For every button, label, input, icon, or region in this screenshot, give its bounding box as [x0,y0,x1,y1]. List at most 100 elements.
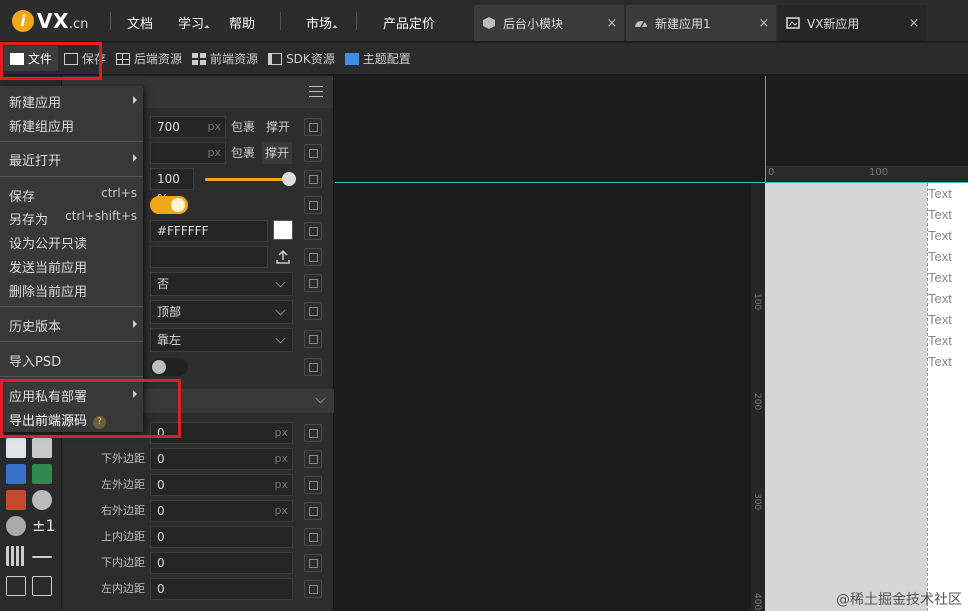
margin-right-input[interactable]: 0 px [150,500,293,522]
close-icon[interactable]: × [600,16,624,31]
menu-new-group-app[interactable]: 新建组应用 [9,116,74,135]
tab-label: 新建应用1 [655,16,711,31]
opacity-slider-track[interactable] [205,178,289,181]
tab-backend-module[interactable]: 后台小模块 × [474,5,624,41]
text-component[interactable]: Text [928,270,952,285]
nav-learn[interactable]: 学习 [178,13,210,32]
text-component[interactable]: Text [928,228,952,243]
divider-line-icon[interactable] [32,556,52,558]
text-component[interactable]: Text [928,312,952,327]
text-component[interactable]: Text [928,333,952,348]
copy-icon[interactable] [304,580,322,598]
app-window-icon [786,17,800,29]
divider [110,12,111,30]
flower-icon[interactable] [32,490,52,510]
divider [280,12,281,30]
page-content-area[interactable] [927,183,968,611]
menu-save-as[interactable]: 另存为 [9,209,48,228]
menu-save[interactable]: 保存 [9,186,35,205]
opacity-slider-thumb[interactable] [282,172,296,186]
margin-bottom-input[interactable]: 0 px [150,448,293,470]
plus-minus-icon[interactable]: ±1 [32,516,56,536]
text-component[interactable]: Text [928,249,952,264]
image-input[interactable] [150,246,268,268]
menu-history[interactable]: 历史版本 [9,316,61,335]
margin-left-input[interactable]: 0 px [150,474,293,496]
copy-icon[interactable] [304,302,322,320]
page-gray-area[interactable] [765,183,927,611]
gear-icon[interactable] [6,516,26,536]
video-box-icon[interactable] [32,576,52,596]
menu-icon[interactable] [309,86,323,97]
width-input[interactable]: 700 px [150,116,226,138]
close-icon[interactable]: × [902,16,926,31]
image-box-icon[interactable] [6,576,26,596]
excel-icon[interactable] [32,464,52,484]
copy-icon[interactable] [304,118,322,136]
sdk-resources-button[interactable]: SDK资源 [268,50,335,67]
copy-icon[interactable] [304,274,322,292]
copy-icon[interactable] [304,358,322,376]
nav-help[interactable]: 帮助 [229,13,255,32]
wrap-option[interactable]: 包裹 [231,142,255,164]
copy-icon[interactable] [304,196,322,214]
chevron-down-icon [275,305,286,316]
padding-left-label: 左内边距 [101,582,145,595]
padding-bottom-input[interactable]: 0 [150,552,293,574]
copy-icon[interactable] [304,554,322,572]
menu-import-psd[interactable]: 导入PSD [9,351,61,370]
menu-set-public[interactable]: 设为公开只读 [9,233,87,252]
copy-icon[interactable] [304,528,322,546]
color-input[interactable]: #FFFFFF [150,220,268,242]
copy-icon[interactable] [304,330,322,348]
height-input[interactable]: px [150,142,226,164]
close-icon[interactable]: × [752,16,776,31]
vx-logo[interactable]: i VX .cn [12,8,88,34]
ppt-icon[interactable] [6,490,26,510]
text-component[interactable]: Text [928,207,952,222]
padding-left-input[interactable]: 0 [150,578,293,600]
stretch-option-active[interactable]: 撑开 [262,142,293,164]
select-no[interactable]: 否 [150,272,293,296]
menu-recent[interactable]: 最近打开 [9,150,61,169]
opacity-input[interactable]: 100 % [150,168,194,206]
color-swatch[interactable] [273,220,293,240]
menu-new-app[interactable]: 新建应用 [9,92,61,111]
nav-pricing[interactable]: 产品定价 [383,13,435,32]
design-canvas[interactable]: 0 100 100 200 300 400 Text Text Text Tex… [335,76,968,611]
backend-resources-button[interactable]: 后端资源 [116,50,182,67]
tab-new-app-1[interactable]: 新建应用1 × [626,5,776,41]
text-component[interactable]: Text [928,354,952,369]
copy-icon[interactable] [304,144,322,162]
upload-icon[interactable] [275,249,291,265]
word-icon[interactable] [6,464,26,484]
vertical-ruler: 100 200 300 400 [751,183,765,611]
submenu-arrow-icon [133,96,137,104]
select-left[interactable]: 靠左 [150,328,293,352]
menu-send-app[interactable]: 发送当前应用 [9,257,87,276]
text-component[interactable]: Text [928,291,952,306]
nav-docs[interactable]: 文档 [127,13,153,32]
text-component[interactable]: Text [928,186,952,201]
copy-icon[interactable] [304,476,322,494]
copy-icon[interactable] [304,450,322,468]
padding-top-input[interactable]: 0 [150,526,293,548]
tab-vx-new-app[interactable]: VX新应用 × [778,5,926,41]
nav-market[interactable]: 市场 [306,13,338,32]
margin-bottom-label: 下外边距 [101,452,145,465]
select-top[interactable]: 顶部 [150,300,293,324]
copy-icon[interactable] [304,502,322,520]
copy-icon[interactable] [304,424,322,442]
wrap-option[interactable]: 包裹 [231,116,255,138]
copy-icon[interactable] [304,222,322,240]
stretch-option[interactable]: 撑开 [266,116,290,138]
frontend-resources-button[interactable]: 前端资源 [192,50,258,67]
qr-icon[interactable] [6,546,26,566]
ie-icon[interactable] [6,438,26,458]
theme-config-button[interactable]: 主题配置 [344,50,411,67]
component-icon[interactable] [32,438,52,458]
copy-icon[interactable] [304,248,322,266]
menu-delete-app[interactable]: 删除当前应用 [9,281,87,300]
chevron-down-icon [275,333,286,344]
copy-icon[interactable] [304,170,322,188]
